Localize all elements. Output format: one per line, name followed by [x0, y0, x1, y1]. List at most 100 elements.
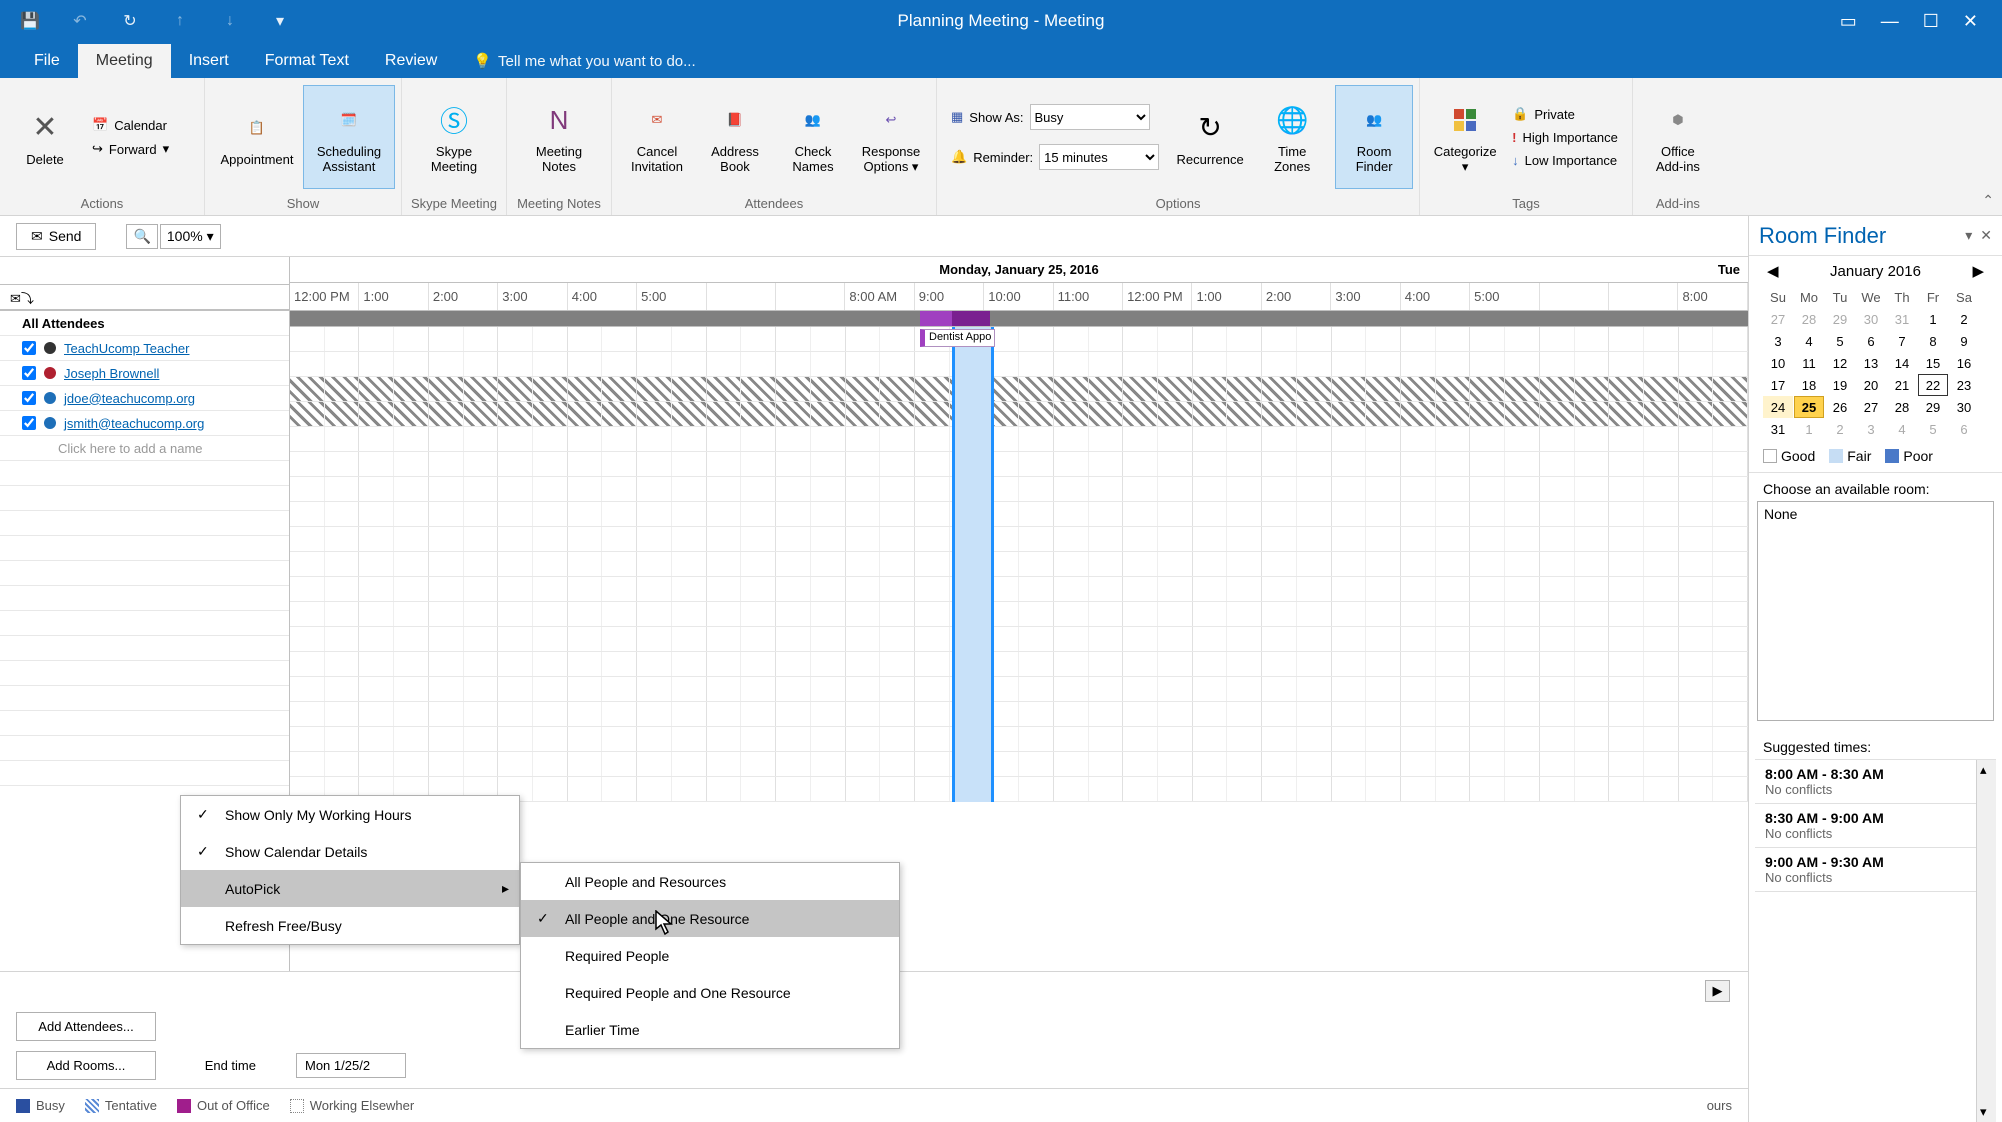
prev-month-icon[interactable]: ◀ — [1767, 262, 1779, 280]
attendee-name[interactable]: Joseph Brownell — [64, 366, 159, 381]
scroll-right-button[interactable]: ▶ — [1705, 980, 1730, 1002]
calendar-day[interactable]: 31 — [1887, 308, 1917, 330]
copy-to-calendar-button[interactable]: 📅 Calendar — [88, 115, 173, 135]
calendar-day[interactable]: 30 — [1856, 308, 1886, 330]
calendar-day[interactable]: 3 — [1856, 418, 1886, 440]
zoom-value[interactable]: 100% ▾ — [160, 224, 221, 249]
tab-review[interactable]: Review — [367, 44, 455, 78]
calendar-day[interactable]: 7 — [1887, 330, 1917, 352]
suggested-time-item[interactable]: 8:00 AM - 8:30 AMNo conflicts — [1755, 760, 1996, 804]
calendar-day[interactable]: 17 — [1763, 374, 1793, 396]
autopick-required-people[interactable]: Required People — [521, 937, 899, 974]
calendar-day[interactable]: 13 — [1856, 352, 1886, 374]
forward-button[interactable]: ↪ Forward ▾ — [88, 139, 173, 159]
time-zones-button[interactable]: 🌐 Time Zones — [1253, 85, 1331, 189]
scheduling-assistant-button[interactable]: 🗓️ Scheduling Assistant — [303, 85, 395, 189]
mini-calendar[interactable]: SuMoTuWeThFrSa27282930311234567891011121… — [1749, 286, 2002, 440]
calendar-day[interactable]: 18 — [1794, 374, 1824, 396]
calendar-day[interactable]: 24 — [1763, 396, 1793, 418]
delete-button[interactable]: ✕ Delete — [6, 85, 84, 189]
room-finder-button[interactable]: 👥 Room Finder — [1335, 85, 1413, 189]
redo-icon[interactable]: ↻ — [120, 11, 140, 31]
calendar-day[interactable]: 14 — [1887, 352, 1917, 374]
attendee-checkbox[interactable] — [22, 416, 36, 430]
tab-insert[interactable]: Insert — [171, 44, 247, 78]
calendar-day[interactable]: 12 — [1825, 352, 1855, 374]
meeting-notes-button[interactable]: N Meeting Notes — [513, 85, 605, 189]
collapse-ribbon-icon[interactable]: ⌃ — [1982, 192, 1994, 209]
ctx-show-working-hours[interactable]: ✓Show Only My Working Hours — [181, 796, 519, 833]
next-item-icon[interactable]: ↓ — [220, 11, 240, 31]
calendar-day[interactable]: 23 — [1949, 374, 1979, 396]
calendar-day[interactable]: 27 — [1763, 308, 1793, 330]
skype-meeting-button[interactable]: Ⓢ Skype Meeting — [408, 85, 500, 189]
maximize-icon[interactable]: ☐ — [1923, 11, 1939, 32]
tab-file[interactable]: File — [16, 44, 78, 78]
calendar-day[interactable]: 9 — [1949, 330, 1979, 352]
show-as-select[interactable]: Busy — [1030, 104, 1150, 130]
calendar-day[interactable]: 2 — [1825, 418, 1855, 440]
calendar-day[interactable]: 4 — [1794, 330, 1824, 352]
calendar-day[interactable]: 1 — [1918, 308, 1948, 330]
calendar-day[interactable]: 11 — [1794, 352, 1824, 374]
calendar-day[interactable]: 19 — [1825, 374, 1855, 396]
calendar-day[interactable]: 28 — [1794, 308, 1824, 330]
calendar-day[interactable]: 6 — [1856, 330, 1886, 352]
pane-close-icon[interactable]: ✕ — [1980, 227, 1992, 244]
high-importance-button[interactable]: !High Importance — [1508, 128, 1622, 147]
calendar-day[interactable]: 22 — [1918, 374, 1948, 396]
calendar-day[interactable]: 20 — [1856, 374, 1886, 396]
minimize-icon[interactable]: — — [1881, 11, 1899, 32]
calendar-day[interactable]: 31 — [1763, 418, 1793, 440]
reminder-select[interactable]: 15 minutes — [1039, 144, 1159, 170]
tab-format-text[interactable]: Format Text — [247, 44, 367, 78]
add-rooms-button[interactable]: Add Rooms... — [16, 1051, 156, 1080]
suggested-time-item[interactable]: 8:30 AM - 9:00 AMNo conflicts — [1755, 804, 1996, 848]
pane-options-icon[interactable]: ▾ — [1965, 227, 1972, 244]
calendar-day[interactable]: 16 — [1949, 352, 1979, 374]
attendee-row[interactable]: jdoe@teachucomp.org — [0, 386, 289, 411]
autopick-earlier-time[interactable]: Earlier Time — [521, 1011, 899, 1048]
calendar-day[interactable]: 4 — [1887, 418, 1917, 440]
ribbon-display-icon[interactable]: ▭ — [1840, 11, 1857, 32]
calendar-day[interactable]: 6 — [1949, 418, 1979, 440]
attendee-checkbox[interactable] — [22, 391, 36, 405]
calendar-day[interactable]: 29 — [1825, 308, 1855, 330]
room-list[interactable]: None — [1757, 501, 1994, 721]
ctx-show-calendar-details[interactable]: ✓Show Calendar Details — [181, 833, 519, 870]
attendee-checkbox[interactable] — [22, 341, 36, 355]
calendar-day[interactable]: 15 — [1918, 352, 1948, 374]
attendee-checkbox[interactable] — [22, 366, 36, 380]
calendar-day[interactable]: 26 — [1825, 396, 1855, 418]
appointment-pill[interactable]: Dentist Appo — [920, 329, 995, 347]
calendar-day[interactable]: 1 — [1794, 418, 1824, 440]
prev-item-icon[interactable]: ↑ — [170, 11, 190, 31]
calendar-day[interactable]: 5 — [1918, 418, 1948, 440]
attendee-row[interactable]: TeachUcomp Teacher — [0, 336, 289, 361]
calendar-day[interactable]: 30 — [1949, 396, 1979, 418]
suggested-time-item[interactable]: 9:00 AM - 9:30 AMNo conflicts — [1755, 848, 1996, 892]
calendar-day[interactable]: 10 — [1763, 352, 1793, 374]
calendar-day[interactable]: 2 — [1949, 308, 1979, 330]
add-attendee-input[interactable]: Click here to add a name — [0, 436, 289, 461]
meeting-time-selection[interactable] — [952, 327, 994, 802]
low-importance-button[interactable]: ↓Low Importance — [1508, 151, 1622, 170]
save-icon[interactable]: 💾 — [20, 11, 40, 31]
calendar-day[interactable]: 21 — [1887, 374, 1917, 396]
autopick-required-people-one-resource[interactable]: Required People and One Resource — [521, 974, 899, 1011]
add-attendees-button[interactable]: Add Attendees... — [16, 1012, 156, 1041]
appointment-button[interactable]: 📋 Appointment — [211, 85, 303, 189]
attendee-row[interactable]: jsmith@teachucomp.org — [0, 411, 289, 436]
suggested-scrollbar[interactable]: ▴▾ — [1976, 760, 1996, 1122]
close-icon[interactable]: ✕ — [1963, 11, 1978, 32]
tab-meeting[interactable]: Meeting — [78, 44, 171, 78]
qat-customize-icon[interactable]: ▾ — [270, 11, 290, 31]
attendee-name[interactable]: jdoe@teachucomp.org — [64, 391, 195, 406]
end-date-input[interactable] — [296, 1053, 406, 1078]
check-names-button[interactable]: 👥 Check Names — [774, 85, 852, 189]
autopick-all-people-resources[interactable]: All People and Resources — [521, 863, 899, 900]
undo-icon[interactable]: ↶ — [70, 11, 90, 31]
autopick-all-people-one-resource[interactable]: ✓All People and One Resource — [521, 900, 899, 937]
ctx-refresh-freebusy[interactable]: Refresh Free/Busy — [181, 907, 519, 944]
calendar-day[interactable]: 27 — [1856, 396, 1886, 418]
